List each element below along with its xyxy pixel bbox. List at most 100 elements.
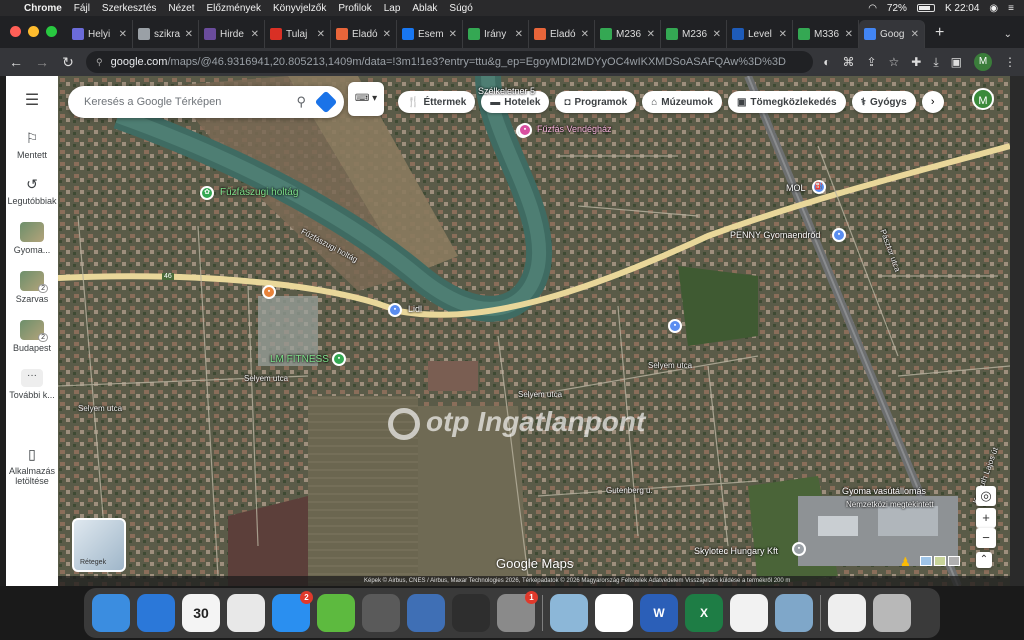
trash-icon[interactable]: [873, 594, 911, 632]
keyboard-layer-button[interactable]: ⌨ ▾: [348, 82, 384, 116]
chip-restaurants[interactable]: 🍴 Éttermek: [398, 91, 476, 113]
rail-place-budapest[interactable]: 2 Budapest: [7, 320, 57, 353]
expand-icon[interactable]: ⌃: [976, 552, 992, 568]
menu-help[interactable]: Súgó: [449, 3, 472, 14]
gym-pin-icon[interactable]: ▪: [332, 352, 346, 366]
google-lens-icon[interactable]: ◐: [823, 55, 830, 69]
search-input[interactable]: Keresés a Google Térképen: [84, 96, 296, 108]
chip-transit[interactable]: ▣ Tömegközlekedés: [727, 91, 846, 113]
address-bar[interactable]: ⚲ google.com/maps/@46.9316941,20.805213,…: [86, 51, 814, 73]
browser-tab[interactable]: Eladó ✕: [529, 20, 595, 48]
battery-icon[interactable]: [916, 4, 935, 12]
new-tab-button[interactable]: +: [925, 24, 954, 48]
launchpad-icon[interactable]: [362, 594, 400, 632]
chip-museums[interactable]: ⌂ Múzeumok: [642, 91, 722, 113]
excel-icon[interactable]: X: [685, 594, 723, 632]
app-store-icon[interactable]: 2: [272, 591, 313, 632]
close-window-button[interactable]: [10, 26, 21, 37]
menu-profiles[interactable]: Profilok: [338, 3, 371, 14]
downloads-icon[interactable]: ⤓: [933, 55, 938, 70]
rail-place-gyoma[interactable]: Gyoma...: [7, 222, 57, 255]
my-location-button[interactable]: ◎: [976, 486, 996, 506]
map-label-station[interactable]: Gyoma vasútállomás: [842, 486, 926, 496]
browser-tab[interactable]: M236 ✕: [661, 20, 727, 48]
shop-pin-icon[interactable]: ▪: [388, 303, 402, 317]
zoom-out-button[interactable]: −: [976, 528, 996, 548]
tab-close-icon[interactable]: ✕: [317, 29, 325, 40]
photos-icon[interactable]: [227, 594, 265, 632]
share-icon[interactable]: ⇪: [866, 55, 876, 69]
safari-icon[interactable]: [137, 594, 175, 632]
map-label-mol[interactable]: MOL: [786, 183, 806, 193]
menu-window[interactable]: Ablak: [412, 3, 437, 14]
tab-search-icon[interactable]: ⌄: [992, 29, 1024, 48]
bookmark-star-icon[interactable]: ☆: [889, 55, 900, 69]
menu-app-name[interactable]: Chrome: [24, 3, 62, 14]
site-info-icon[interactable]: ⚲: [96, 57, 103, 68]
tab-close-icon[interactable]: ✕: [383, 29, 391, 40]
document-viewer-icon[interactable]: [828, 594, 866, 632]
browser-tab[interactable]: Irány ✕: [463, 20, 529, 48]
map-label-oxbow[interactable]: Fűzfászugi holtág: [220, 187, 298, 198]
extensions-icon[interactable]: ✚: [911, 55, 921, 69]
menu-file[interactable]: Fájl: [74, 3, 90, 14]
map-label-fitness[interactable]: LM FITNESS: [270, 354, 329, 365]
zoom-window-button[interactable]: [46, 26, 57, 37]
browser-tab[interactable]: M236 ✕: [595, 20, 661, 48]
browser-tab[interactable]: szikra ✕: [133, 20, 199, 48]
preview-icon[interactable]: [550, 594, 588, 632]
menu-history[interactable]: Előzmények: [207, 3, 261, 14]
tab-close-icon[interactable]: ✕: [845, 29, 853, 40]
translate-icon[interactable]: ⌘: [842, 55, 854, 69]
menu-hamburger-icon[interactable]: ☰: [25, 90, 39, 110]
rail-place-szarvas[interactable]: 2 Szarvas: [7, 271, 57, 304]
menu-view[interactable]: Nézet: [168, 3, 194, 14]
rail-recent[interactable]: ↺ Legutóbbiak: [7, 176, 57, 206]
notes-icon[interactable]: [407, 594, 445, 632]
settings-icon[interactable]: 1: [497, 591, 538, 632]
tab-close-icon[interactable]: ✕: [713, 29, 721, 40]
zoom-in-button[interactable]: +: [976, 508, 996, 528]
map-label-lidl[interactable]: Lidl: [408, 304, 422, 314]
directions-icon[interactable]: [314, 90, 338, 114]
rail-saved[interactable]: ⚐ Mentett: [7, 130, 57, 160]
place-pin-icon[interactable]: ▪: [668, 319, 682, 333]
gas-station-pin-icon[interactable]: ⛽: [812, 180, 826, 194]
browser-tab[interactable]: Tulaj ✕: [265, 20, 331, 48]
music-icon[interactable]: [730, 594, 768, 632]
user-icon[interactable]: ◉: [989, 3, 998, 14]
map-label-skylotec[interactable]: Skylotec Hungary Kft: [694, 546, 778, 556]
archive-icon[interactable]: [317, 594, 355, 632]
chips-next-button[interactable]: ›: [921, 91, 944, 113]
lodging-pin-icon[interactable]: ▪: [518, 123, 532, 137]
chip-pharmacies[interactable]: ⚕ Gyógys: [851, 91, 916, 113]
browser-tab[interactable]: Hirde ✕: [199, 20, 265, 48]
browser-tab[interactable]: Esem ✕: [397, 20, 463, 48]
browser-tab[interactable]: Goog ✕: [859, 20, 925, 48]
pegman-icon[interactable]: ♟: [900, 555, 914, 571]
map-label-penny[interactable]: PENNY Gyomaendrőd: [730, 230, 820, 240]
tab-close-icon[interactable]: ✕: [119, 29, 127, 40]
forward-button[interactable]: →: [34, 54, 50, 70]
menu-bookmarks[interactable]: Könyvjelzők: [273, 3, 326, 14]
search-box[interactable]: Keresés a Google Térképen ⚲: [68, 86, 344, 118]
tab-close-icon[interactable]: ✕: [515, 29, 523, 40]
clock[interactable]: K 22:04: [945, 3, 979, 14]
game-icon[interactable]: [452, 594, 490, 632]
control-center-icon[interactable]: ≡: [1008, 3, 1014, 14]
tab-close-icon[interactable]: ✕: [185, 29, 193, 40]
shop-pin-icon[interactable]: ▪: [832, 228, 846, 242]
browser-tab[interactable]: Level ✕: [727, 20, 793, 48]
tab-close-icon[interactable]: ✕: [779, 29, 787, 40]
search-icon[interactable]: ⚲: [296, 94, 306, 110]
business-pin-icon[interactable]: ▪: [792, 542, 806, 556]
park-pin-icon[interactable]: ✿: [200, 186, 214, 200]
word-icon[interactable]: W: [640, 594, 678, 632]
layers-button[interactable]: Rétegek: [72, 518, 126, 572]
chip-things-to-do[interactable]: ◘ Programok: [555, 91, 637, 113]
calendar-icon[interactable]: 30: [182, 594, 220, 632]
browser-tab[interactable]: M336 ✕: [793, 20, 859, 48]
rail-more[interactable]: ··· További k...: [7, 369, 57, 400]
tab-close-icon[interactable]: ✕: [647, 29, 655, 40]
browser-tab[interactable]: Helyi ✕: [67, 20, 133, 48]
